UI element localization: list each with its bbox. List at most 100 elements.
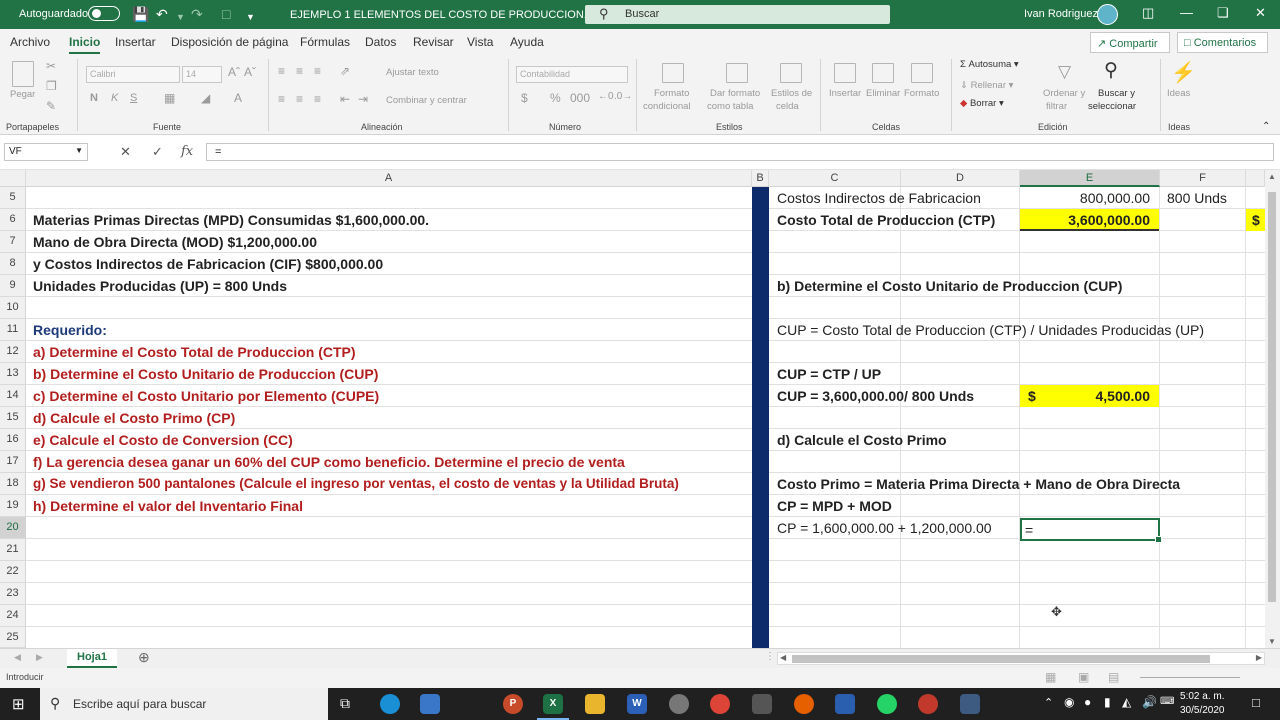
format-table-label-1[interactable]: Dar formato (710, 88, 760, 99)
touch-mode-icon[interactable]: □ (222, 6, 230, 22)
file-explorer-icon[interactable] (585, 694, 605, 714)
ideas-button[interactable]: Ideas (1167, 88, 1190, 99)
cell-a14[interactable]: c) Determine el Costo Unitario por Eleme… (33, 385, 379, 407)
tab-vista[interactable]: Vista (467, 35, 493, 49)
tab-datos[interactable]: Datos (365, 35, 396, 49)
column-header-b[interactable]: B (752, 170, 769, 187)
tray-chevron-icon[interactable]: ⌃ (1044, 696, 1053, 709)
row-header[interactable]: 6 (0, 209, 26, 231)
cell-a16[interactable]: e) Calcule el Costo de Conversion (CC) (33, 429, 293, 451)
language-icon[interactable]: ⌨ (1160, 696, 1174, 707)
row-header[interactable]: 5 (0, 187, 26, 209)
cell-c5[interactable]: Costos Indirectos de Fabricacion (777, 187, 981, 209)
avatar[interactable] (1097, 4, 1118, 25)
align-left-icon[interactable]: ≡ (278, 92, 285, 106)
find-select-label-1[interactable]: Buscar y (1098, 88, 1135, 99)
decrease-decimal-icon[interactable]: .0→ (614, 91, 632, 102)
format-painter-icon[interactable]: ✎ (46, 99, 56, 113)
row-header[interactable]: 14 (0, 385, 26, 407)
increase-font-icon[interactable]: Aˆ (228, 65, 240, 79)
cell-e6[interactable]: 3,600,000.00 (1020, 209, 1159, 231)
horizontal-scrollbar[interactable]: ◀ ▶ (777, 652, 1265, 665)
scroll-right-icon[interactable]: ▶ (1256, 653, 1262, 662)
tray-app-icon[interactable]: ● (1084, 695, 1091, 709)
decrease-font-icon[interactable]: Aˇ (244, 65, 256, 79)
cell-c11[interactable]: CUP = Costo Total de Produccion (CTP) / … (777, 319, 1204, 341)
cell-styles-label-2[interactable]: celda (776, 101, 799, 112)
sheet-tab-hoja1[interactable]: Hoja1 (67, 649, 117, 668)
increase-indent-icon[interactable]: ⇥ (358, 92, 368, 106)
app-icon[interactable] (752, 694, 772, 714)
ribbon-display-options-icon[interactable]: ◫ (1142, 5, 1154, 21)
cell-c6[interactable]: Costo Total de Produccion (CTP) (777, 209, 995, 231)
row-header[interactable]: 15 (0, 407, 26, 429)
cell-c9[interactable]: b) Determine el Costo Unitario de Produc… (777, 275, 1122, 297)
zoom-slider[interactable] (1140, 677, 1240, 678)
row-header[interactable]: 17 (0, 451, 26, 473)
notifications-icon[interactable]: □ (1252, 695, 1260, 710)
name-box-dropdown-icon[interactable]: ▼ (75, 146, 83, 155)
battery-icon[interactable]: ▮ (1104, 695, 1111, 709)
row-header[interactable]: 9 (0, 275, 26, 297)
tab-insertar[interactable]: Insertar (115, 35, 156, 49)
taskbar-clock[interactable]: 5:02 a. m. 30/5/2020 (1180, 690, 1225, 718)
undo-icon[interactable]: ↶ (156, 6, 168, 22)
name-box[interactable]: VF ▼ (4, 143, 88, 161)
cell-c14[interactable]: CUP = 3,600,000.00/ 800 Unds (777, 385, 974, 407)
tab-ayuda[interactable]: Ayuda (510, 35, 544, 49)
row-header[interactable]: 25 (0, 627, 26, 648)
edge-icon[interactable] (380, 694, 400, 714)
add-sheet-icon[interactable]: ⊕ (138, 649, 150, 666)
cell-f5[interactable]: 800 Unds (1167, 187, 1227, 209)
merge-center-button[interactable]: Combinar y centrar (386, 95, 467, 106)
confirm-entry-icon[interactable]: ✓ (152, 144, 163, 160)
clear-button[interactable]: ◆ Borrar ▾ (960, 98, 1004, 109)
cell-c16[interactable]: d) Calcule el Costo Primo (777, 429, 947, 451)
whatsapp-icon[interactable] (877, 694, 897, 714)
worksheet-grid[interactable]: Materias Primas Directas (MPD) Consumida… (26, 187, 1265, 648)
select-all-corner[interactable] (0, 170, 26, 187)
row-header[interactable]: 22 (0, 561, 26, 583)
scroll-down-icon[interactable]: ▼ (1268, 637, 1276, 646)
row-header[interactable]: 16 (0, 429, 26, 451)
row-header[interactable]: 11 (0, 319, 26, 341)
cell-a11[interactable]: Requerido: (33, 319, 107, 341)
horizontal-scroll-thumb[interactable] (792, 655, 1210, 663)
autosum-button[interactable]: Σ Autosuma ▾ (960, 59, 1019, 70)
row-header[interactable]: 23 (0, 583, 26, 605)
font-color-icon[interactable]: A (234, 91, 242, 105)
insert-cells-button[interactable]: Insertar (829, 88, 861, 99)
cell-a9[interactable]: Unidades Producidas (UP) = 800 Unds (33, 275, 287, 297)
align-middle-icon[interactable]: ≡ (296, 64, 303, 78)
underline-button[interactable]: S (130, 92, 137, 104)
firefox-icon[interactable] (794, 694, 814, 714)
column-header-a[interactable]: A (26, 170, 752, 187)
conditional-format-label-2[interactable]: condicional (643, 101, 691, 112)
app-icon[interactable] (960, 694, 980, 714)
scroll-up-icon[interactable]: ▲ (1268, 172, 1276, 181)
align-bottom-icon[interactable]: ≡ (314, 64, 321, 78)
cell-e14[interactable]: $ 4,500.00 (1020, 385, 1159, 407)
recorder-icon[interactable] (918, 694, 938, 714)
close-icon[interactable]: ✕ (1255, 5, 1266, 21)
collapse-ribbon-icon[interactable]: ⌃ (1262, 121, 1270, 132)
tab-split-handle-icon[interactable]: ⋮ (765, 651, 775, 662)
cell-a8[interactable]: y Costos Indirectos de Fabricacion (CIF)… (33, 253, 383, 275)
cell-c18[interactable]: Costo Primo = Materia Prima Directa + Ma… (777, 473, 1180, 495)
app-icon[interactable] (835, 694, 855, 714)
row-header[interactable]: 7 (0, 231, 26, 253)
cell-g6[interactable]: $ (1246, 209, 1265, 231)
active-cell-e20[interactable]: = (1020, 518, 1162, 543)
excel-icon[interactable]: X (543, 694, 563, 714)
align-center-icon[interactable]: ≡ (296, 92, 303, 106)
decrease-indent-icon[interactable]: ⇤ (340, 92, 350, 106)
fill-color-icon[interactable]: ◢ (201, 91, 210, 105)
find-select-label-2[interactable]: seleccionar (1088, 101, 1136, 112)
column-header-e[interactable]: E (1020, 170, 1160, 187)
store-icon[interactable] (420, 694, 440, 714)
undo-dropdown-icon[interactable]: ▼ (176, 9, 185, 25)
font-name-select[interactable]: Calibri (86, 66, 180, 83)
cell-c13[interactable]: CUP = CTP / UP (777, 363, 881, 385)
autosave-toggle[interactable] (88, 6, 120, 21)
customize-toolbar-icon[interactable]: ▼ (246, 9, 255, 25)
